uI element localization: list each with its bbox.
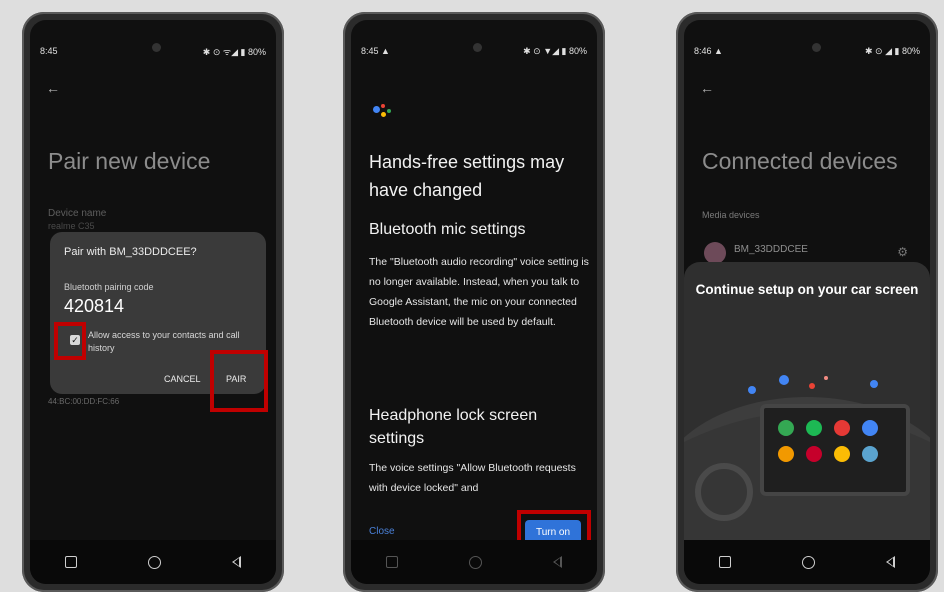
app-grid — [778, 420, 878, 462]
device-name[interactable]: BM_33DDDCEE — [734, 244, 808, 255]
back-nav-icon[interactable] — [552, 556, 562, 568]
navigation-bar — [684, 540, 930, 584]
assistant-icon — [373, 104, 393, 120]
dialog-title: Pair with BM_33DDDCEE? — [64, 246, 197, 258]
device-name-label: Device name — [48, 208, 107, 219]
car-setup-sheet: Continue setup on your car screen — [684, 262, 930, 542]
phone-pair-device: 8:45 ✱ ⊙ ᯤ◢ ▮ 80% ← Pair new device Devi… — [22, 12, 284, 592]
navigation-bar — [351, 540, 597, 584]
media-devices-label: Media devices — [702, 210, 760, 220]
status-bar: 8:46 ▲ ✱ ⊙ ◢ ▮ 80% — [694, 44, 920, 58]
status-icons: ✱ ⊙ ▼◢ ▮ 80% — [523, 45, 587, 56]
recents-nav-icon[interactable] — [65, 556, 78, 568]
highlight-pair-button — [210, 350, 268, 412]
pairing-code: 420814 — [64, 296, 125, 316]
recents-nav-icon[interactable] — [386, 556, 399, 568]
close-button[interactable]: Close — [369, 526, 395, 537]
back-nav-icon[interactable] — [885, 556, 895, 568]
settings-app-icon — [862, 446, 878, 462]
back-arrow-icon[interactable]: ← — [700, 80, 714, 96]
phone-hands-free: 8:45 ▲ ✱ ⊙ ▼◢ ▮ 80% Hands-free settings … — [343, 12, 605, 592]
phone-icon — [862, 420, 878, 436]
status-time: 8:46 ▲ — [694, 46, 723, 56]
mic-settings-text: The "Bluetooth audio recording" voice se… — [369, 256, 589, 328]
audible-icon — [778, 446, 794, 462]
navigation-bar — [30, 540, 276, 584]
youtube-music-icon — [834, 420, 850, 436]
avatar — [704, 242, 726, 264]
page-title: Pair new device — [48, 148, 211, 174]
screen: 8:46 ▲ ✱ ⊙ ◢ ▮ 80% ← Connected devices M… — [684, 20, 930, 584]
screen: 8:45 ✱ ⊙ ᯤ◢ ▮ 80% ← Pair new device Devi… — [30, 20, 276, 584]
pairing-code-label: Bluetooth pairing code — [64, 282, 154, 292]
sheet-title: Continue setup on your car screen — [695, 282, 919, 297]
lock-screen-title: Headphone lock screen settings — [369, 407, 538, 447]
status-icons: ✱ ⊙ ᯤ◢ ▮ 80% — [202, 46, 266, 57]
screen: 8:45 ▲ ✱ ⊙ ▼◢ ▮ 80% Hands-free settings … — [351, 20, 597, 584]
recents-nav-icon[interactable] — [719, 556, 732, 568]
page-title: Connected devices — [702, 148, 898, 174]
highlight-checkbox — [54, 322, 86, 360]
phone-connected-devices: 8:46 ▲ ✱ ⊙ ◢ ▮ 80% ← Connected devices M… — [676, 12, 938, 592]
assistant-app-icon — [834, 446, 850, 462]
spotify-icon — [806, 420, 822, 436]
home-nav-icon[interactable] — [468, 555, 482, 569]
cancel-button[interactable]: CANCEL — [164, 374, 201, 384]
dialog-heading: Hands-free settings may have changed — [369, 152, 565, 200]
mic-settings-title: Bluetooth mic settings — [369, 221, 526, 238]
status-time: 8:45 — [40, 46, 58, 56]
device-name-value: realme C35 — [48, 221, 95, 231]
back-arrow-icon[interactable]: ← — [46, 80, 60, 96]
status-time: 8:45 ▲ — [361, 46, 390, 56]
status-bar: 8:45 ✱ ⊙ ᯤ◢ ▮ 80% — [40, 44, 266, 58]
back-nav-icon[interactable] — [231, 556, 241, 568]
status-bar: 8:45 ▲ ✱ ⊙ ▼◢ ▮ 80% — [361, 44, 587, 58]
home-nav-icon[interactable] — [147, 555, 161, 569]
lock-screen-text: The voice settings "Allow Bluetooth requ… — [369, 462, 576, 494]
maps-icon — [778, 420, 794, 436]
status-icons: ✱ ⊙ ◢ ▮ 80% — [865, 45, 920, 56]
car-screen — [760, 404, 910, 496]
iheart-icon — [806, 446, 822, 462]
mac-address: 44:BC:00:DD:FC:66 — [48, 397, 120, 406]
gear-icon[interactable]: ⚙ — [897, 245, 908, 259]
home-nav-icon[interactable] — [801, 555, 815, 569]
